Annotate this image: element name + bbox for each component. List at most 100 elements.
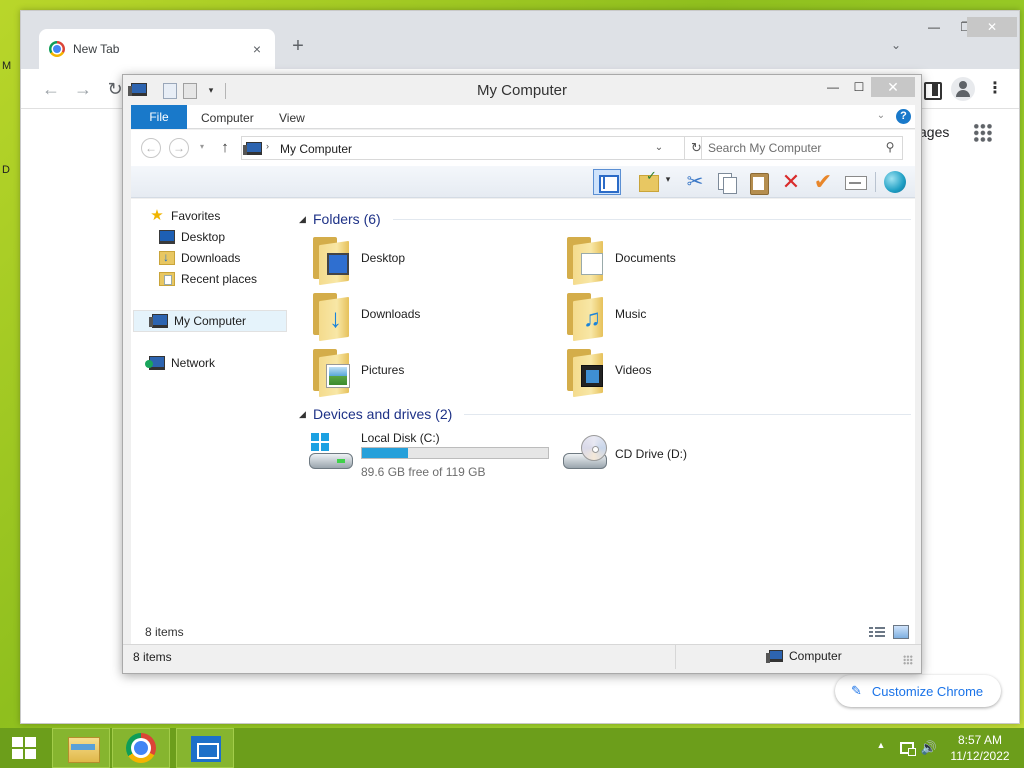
globe-icon[interactable] (881, 169, 909, 195)
search-box[interactable]: ⚲ (701, 136, 903, 160)
check-icon[interactable]: ✔ (809, 169, 837, 195)
drive-tile-cd-drive[interactable]: CD Drive (D:) (555, 427, 795, 479)
explorer-command-toolbar: ▾ ✂ ✕ ✔ (131, 166, 915, 198)
folder-tile-music[interactable]: Music (555, 287, 795, 342)
item-count: 8 items (145, 625, 184, 639)
breadcrumb-my-computer[interactable]: My Computer (280, 142, 352, 156)
drive-tile-local-disk[interactable]: Local Disk (C:) 89.6 GB free of 119 GB (301, 427, 551, 479)
paste-icon[interactable] (745, 169, 773, 195)
explorer-content: ★ Favorites Desktop Downloads Recent pla… (131, 199, 915, 644)
chrome-side-panel-icon[interactable] (919, 77, 943, 101)
chrome-forward-icon[interactable]: → (71, 77, 95, 101)
chrome-profile-icon[interactable] (951, 77, 975, 101)
collapse-triangle-icon: ◢ (299, 408, 306, 419)
chrome-tab-close-icon[interactable]: × (249, 41, 265, 57)
chrome-new-tab-button[interactable]: + (287, 36, 309, 58)
resize-grip[interactable] (903, 655, 913, 665)
ribbon-expand-icon[interactable]: ⌄ (873, 107, 889, 125)
computer-icon (149, 314, 168, 328)
nav-item-my-computer[interactable]: My Computer (133, 310, 287, 332)
cut-icon[interactable]: ✂ (681, 169, 709, 195)
nav-item-label: My Computer (174, 314, 247, 328)
chrome-tab-new-tab[interactable]: New Tab × (39, 29, 275, 69)
folder-options-dropdown-icon[interactable]: ▾ (663, 174, 673, 188)
folder-tile-downloads[interactable]: Downloads (301, 287, 541, 342)
chrome-images-link[interactable]: ages (919, 124, 949, 140)
nav-item-favorites[interactable]: ★ Favorites (131, 205, 289, 227)
toolbar-separator (875, 172, 876, 192)
explorer-window: ▾ My Computer — ☐ ✕ File Computer View ⌄… (122, 74, 922, 674)
preview-pane-icon[interactable] (593, 169, 621, 195)
drive-name: Local Disk (C:) (361, 431, 440, 445)
taskbar-mail-icon[interactable] (176, 728, 234, 768)
explorer-minimize-button[interactable]: — (819, 77, 847, 97)
chrome-favicon-icon (49, 41, 65, 57)
delete-icon[interactable]: ✕ (777, 169, 805, 195)
details-view-icon[interactable] (869, 625, 885, 639)
recent-locations-icon[interactable]: ▾ (197, 142, 207, 154)
clock-date: 11/12/2022 (950, 749, 1010, 763)
group-title: Devices and drives (2) (313, 406, 453, 422)
folder-tile-pictures[interactable]: Pictures (301, 343, 541, 398)
copy-icon[interactable] (713, 169, 741, 195)
ribbon-tab-computer[interactable]: Computer (201, 105, 254, 129)
explorer-back-button[interactable]: ← (141, 138, 161, 158)
explorer-title-bar[interactable]: ▾ My Computer — ☐ ✕ (123, 75, 921, 105)
tray-network-icon[interactable] (898, 740, 916, 756)
customize-chrome-button[interactable]: ✎ Customize Chrome (835, 675, 1001, 707)
search-input[interactable] (708, 140, 878, 156)
taskbar-chrome-icon[interactable] (112, 728, 170, 768)
chrome-menu-icon[interactable]: ⋮ (983, 77, 1007, 101)
desktop-edge-text: D (2, 164, 10, 176)
nav-item-desktop[interactable]: Desktop (131, 226, 289, 248)
tray-volume-icon[interactable]: 🔊 (920, 739, 938, 757)
nav-item-label: Desktop (181, 230, 226, 244)
chrome-apps-grid-icon[interactable] (973, 123, 993, 143)
chrome-minimize-button[interactable]: — (919, 17, 949, 37)
music-folder-icon (565, 291, 605, 342)
nav-item-network[interactable]: Network (131, 352, 289, 374)
nav-item-recent-places[interactable]: Recent places (131, 268, 289, 290)
ribbon-tab-view[interactable]: View (279, 105, 305, 129)
up-arrow-icon[interactable]: ↑ (215, 138, 235, 158)
explorer-forward-button[interactable]: → (169, 138, 189, 158)
explorer-info-bar: 8 items (131, 621, 915, 643)
computer-icon (766, 650, 783, 663)
explorer-maximize-button[interactable]: ☐ (847, 77, 871, 97)
folder-tile-documents[interactable]: Documents (555, 231, 795, 286)
taskbar: ▲ 🔊 8:57 AM 11/12/2022 (0, 728, 1024, 768)
rename-icon[interactable] (841, 169, 869, 195)
large-icons-view-icon[interactable] (893, 625, 909, 639)
address-dropdown-icon[interactable]: ⌄ (652, 139, 666, 157)
drive-name: CD Drive (D:) (615, 447, 687, 461)
explorer-title: My Computer (476, 82, 568, 99)
search-icon[interactable]: ⚲ (882, 140, 898, 156)
explorer-status-bar: 8 items Computer (123, 644, 921, 669)
file-view: ◢ Folders (6) Desktop Documents ↓ Downlo… (291, 199, 915, 644)
star-icon: ★ (150, 207, 164, 224)
nav-item-downloads[interactable]: Downloads (131, 247, 289, 269)
downloads-folder-icon (311, 291, 351, 342)
group-header-devices[interactable]: ◢ Devices and drives (2) (299, 404, 911, 424)
chrome-back-icon[interactable]: ← (39, 77, 63, 101)
explorer-close-button[interactable]: ✕ (871, 77, 915, 97)
breadcrumb-chevron-icon[interactable]: › (266, 141, 269, 151)
tray-overflow-chevron-icon[interactable]: ▲ (874, 740, 888, 756)
hard-drive-icon (307, 431, 357, 477)
videos-folder-icon (565, 347, 605, 398)
help-icon[interactable]: ? (896, 109, 911, 124)
start-button-windows-icon[interactable] (0, 728, 48, 768)
tray-clock[interactable]: 8:57 AM 11/12/2022 (944, 732, 1016, 764)
chrome-tab-strip: New Tab × + ⌄ — ❐ ✕ (21, 11, 1019, 69)
folder-tile-videos[interactable]: Videos (555, 343, 795, 398)
address-input[interactable]: › My Computer ⌄ (241, 136, 685, 160)
folder-options-icon[interactable] (635, 168, 663, 195)
chrome-tab-search-icon[interactable]: ⌄ (887, 38, 905, 56)
computer-icon (243, 142, 262, 155)
ribbon-tab-file[interactable]: File (131, 105, 187, 129)
folder-tile-desktop[interactable]: Desktop (301, 231, 541, 286)
chrome-close-button[interactable]: ✕ (967, 17, 1017, 37)
taskbar-file-explorer-icon[interactable] (52, 728, 110, 768)
navigation-pane: ★ Favorites Desktop Downloads Recent pla… (131, 199, 291, 644)
group-header-folders[interactable]: ◢ Folders (6) (299, 209, 911, 229)
